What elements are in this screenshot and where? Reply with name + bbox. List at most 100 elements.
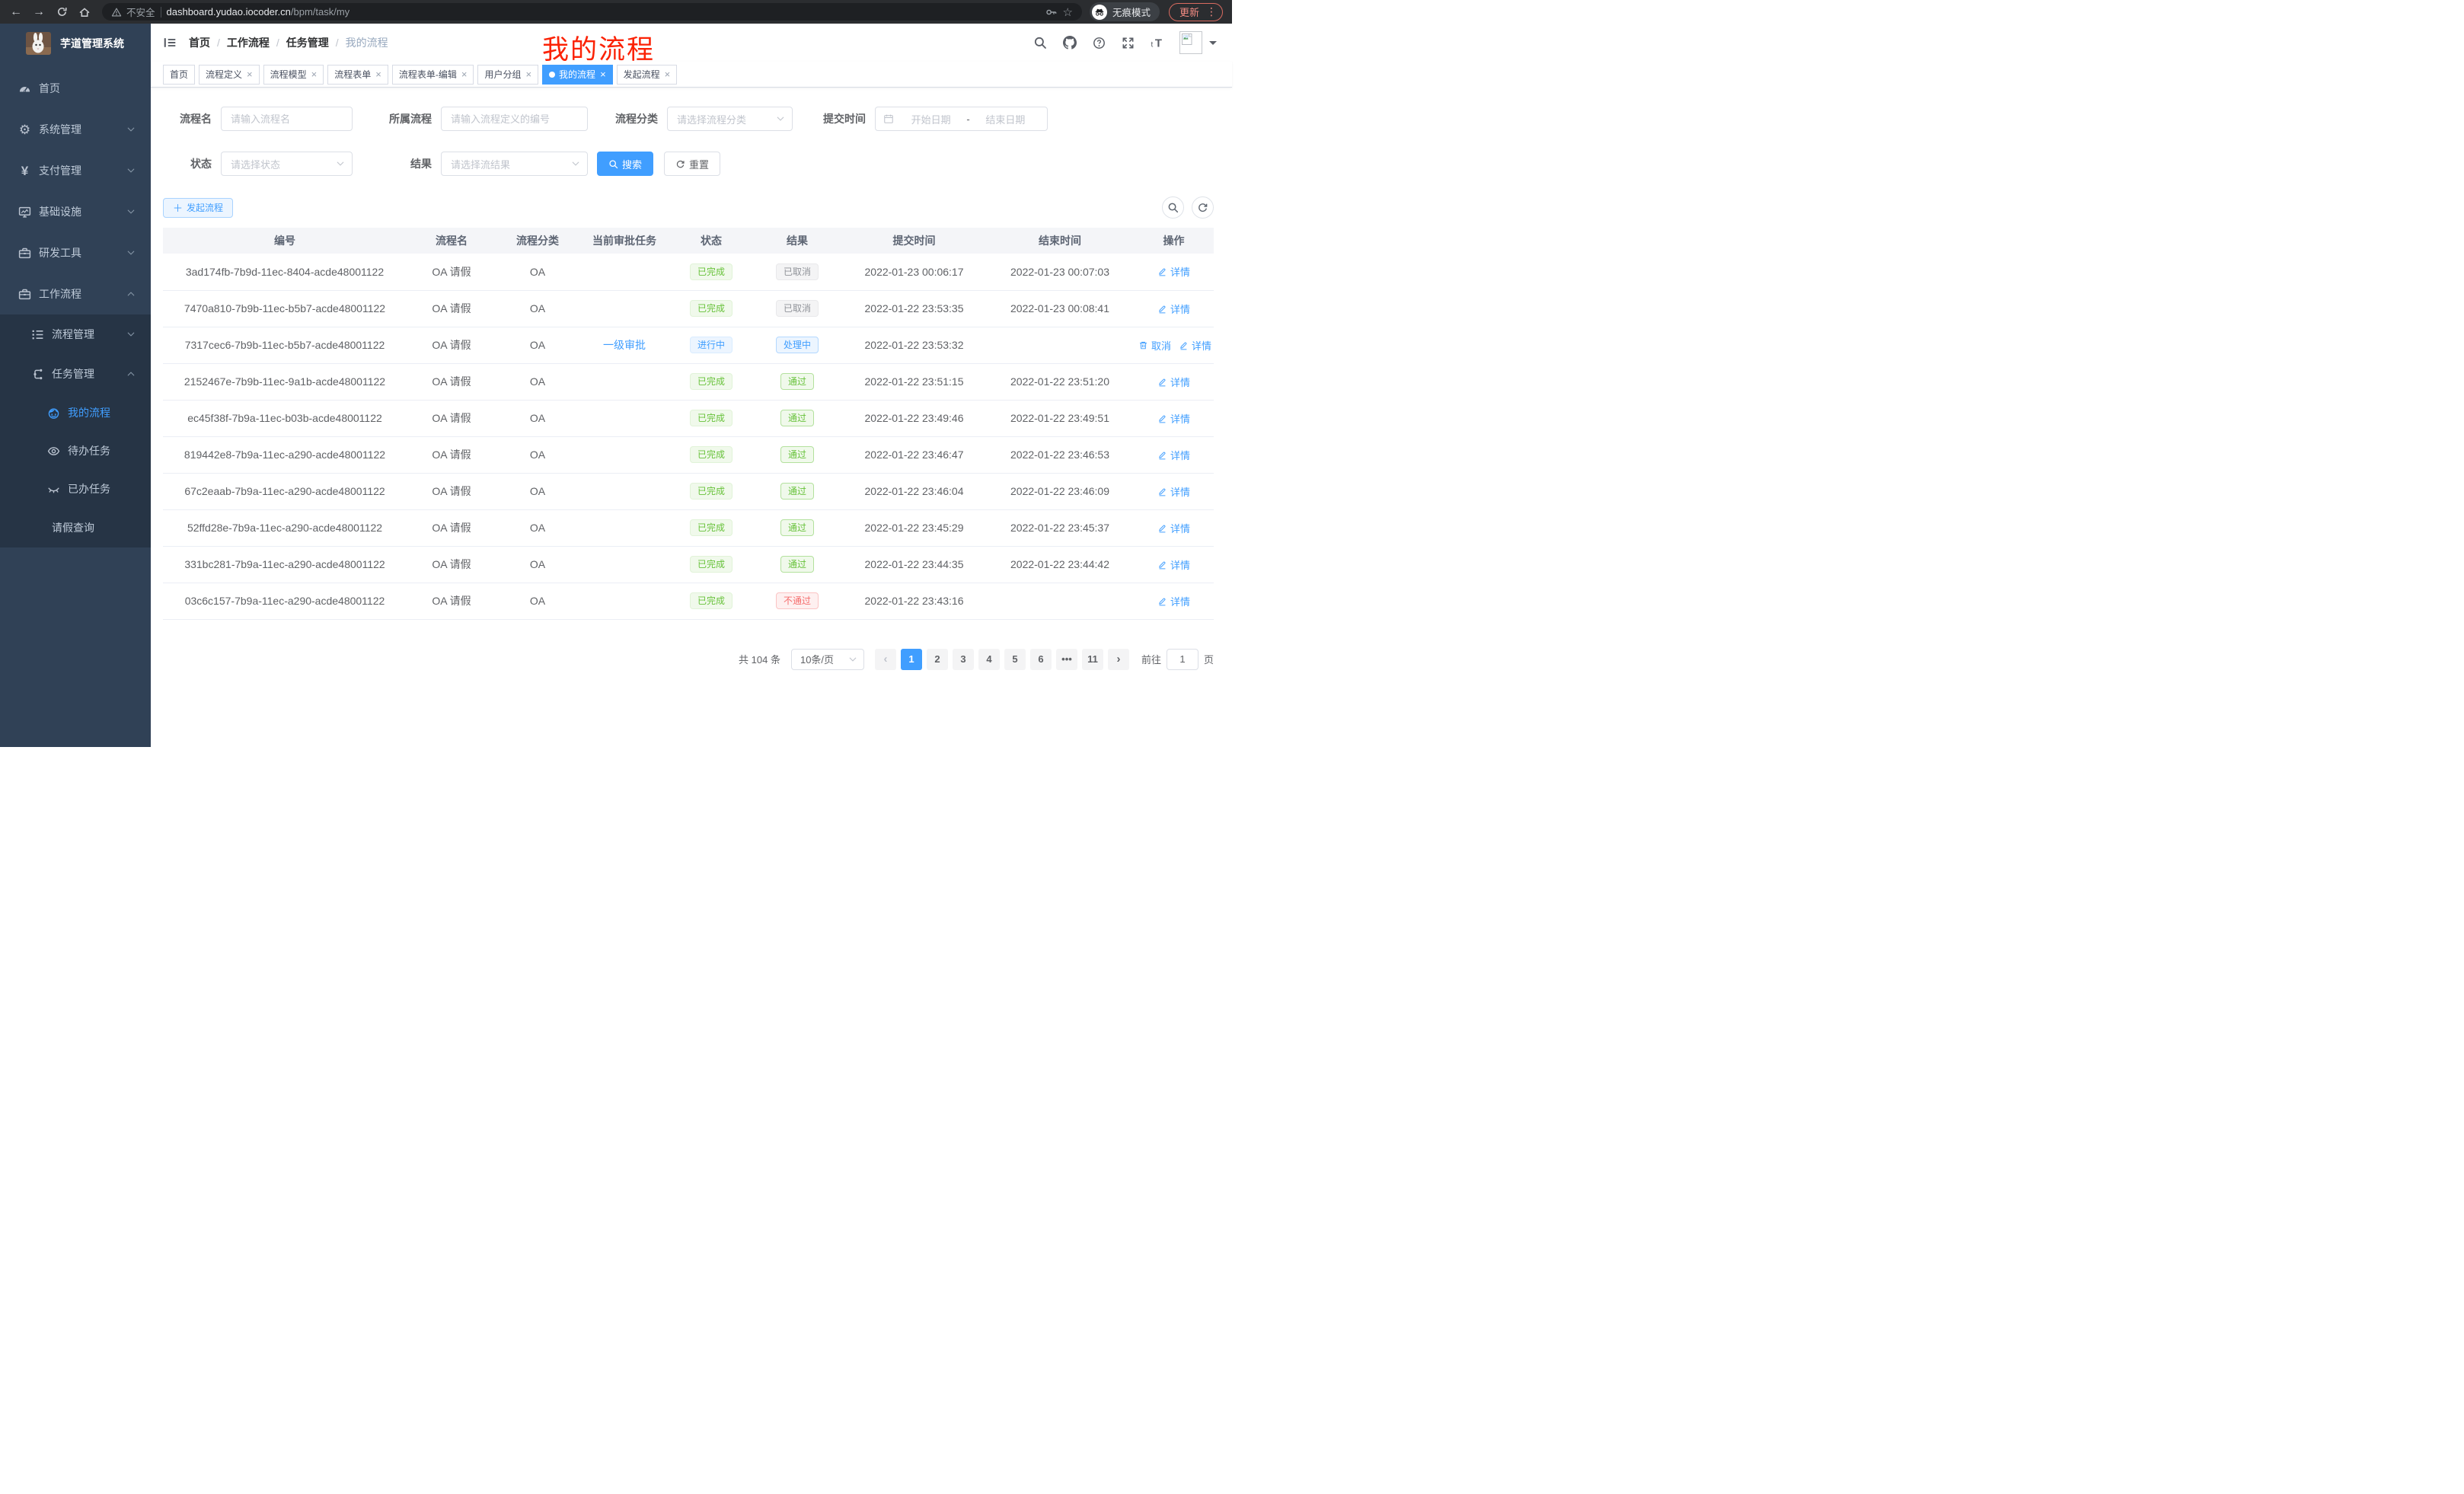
detail-link[interactable]: 详情 — [1157, 448, 1190, 462]
reset-button[interactable]: 重置 — [664, 152, 720, 176]
page-button[interactable]: 11 — [1082, 649, 1103, 670]
sidebar-item-task-mgmt[interactable]: 任务管理 — [0, 354, 151, 394]
browser-home-button[interactable] — [75, 2, 94, 22]
process-definition-input[interactable] — [441, 107, 588, 131]
browser-forward-button[interactable]: → — [29, 2, 49, 22]
detail-link[interactable]: 详情 — [1157, 594, 1190, 608]
sidebar-item-infra[interactable]: 基础设施 — [0, 191, 151, 232]
current-task-link[interactable]: 一级审批 — [603, 339, 646, 351]
cancel-link[interactable]: 取消 — [1138, 338, 1171, 353]
page-button[interactable]: 1 — [901, 649, 922, 670]
sidebar-item-todo-tasks[interactable]: 待办任务 — [0, 432, 151, 470]
close-icon[interactable]: × — [247, 69, 253, 79]
tab-label: 流程表单 — [334, 68, 371, 81]
fullscreen-icon[interactable] — [1122, 37, 1135, 49]
close-icon[interactable]: × — [665, 69, 671, 79]
goto-page-input[interactable] — [1167, 649, 1198, 670]
breadcrumb-item[interactable]: 工作流程 — [227, 35, 270, 50]
gauge-icon — [18, 82, 31, 95]
status-select[interactable]: 请选择状态 — [221, 152, 353, 176]
page-button[interactable]: 5 — [1004, 649, 1026, 670]
detail-link[interactable]: 详情 — [1179, 338, 1211, 353]
cell-name: OA 请假 — [407, 509, 496, 546]
tab-process-form[interactable]: 流程表单 × — [327, 65, 388, 85]
user-avatar[interactable] — [1179, 31, 1217, 54]
page-button[interactable]: 3 — [953, 649, 974, 670]
detail-link[interactable]: 详情 — [1157, 557, 1190, 572]
browser-reload-button[interactable] — [52, 2, 72, 22]
detail-link[interactable]: 详情 — [1157, 411, 1190, 426]
sidebar-item-home[interactable]: 首页 — [0, 68, 151, 109]
browser-chrome: ← → 不安全 dashboard.yudao.iocoder.cn/bpm/t… — [0, 0, 1232, 24]
detail-link[interactable]: 详情 — [1157, 521, 1190, 535]
page-content: 流程名 所属流程 流程分类 请选择流程分类 提交时间 开始日期 - 结束日期 — [163, 88, 1214, 670]
tab-process-definition[interactable]: 流程定义× — [199, 65, 260, 85]
close-icon[interactable]: × — [311, 69, 318, 79]
status-badge: 已完成 — [690, 556, 732, 573]
tab-my-process[interactable]: 我的流程× — [542, 65, 613, 85]
tab-start-process[interactable]: 发起流程× — [617, 65, 678, 85]
browser-menu-icon[interactable]: ⋮ — [1206, 5, 1217, 18]
address-bar[interactable]: 不安全 dashboard.yudao.iocoder.cn/bpm/task/… — [102, 3, 1082, 21]
bookmark-star-icon[interactable]: ☆ — [1063, 5, 1073, 19]
edit-icon — [1157, 377, 1167, 387]
detail-link[interactable]: 详情 — [1157, 302, 1190, 316]
cell-end-time — [986, 583, 1134, 619]
page-size-select[interactable]: 10条/页 — [791, 649, 864, 670]
page-button[interactable]: 6 — [1030, 649, 1052, 670]
show-search-button[interactable] — [1162, 196, 1184, 219]
breadcrumb-item[interactable]: 首页 — [189, 35, 210, 50]
tab-home[interactable]: 首页 — [163, 65, 195, 85]
update-label: 更新 — [1179, 5, 1199, 19]
close-icon[interactable]: × — [600, 69, 606, 79]
create-process-button[interactable]: ＋ 发起流程 — [163, 198, 233, 218]
sidebar-item-label: 我的流程 — [68, 405, 110, 420]
sidebar-item-payment[interactable]: ¥支付管理 — [0, 150, 151, 191]
refresh-table-button[interactable] — [1192, 196, 1214, 219]
password-key-icon[interactable] — [1045, 6, 1058, 18]
detail-link[interactable]: 详情 — [1157, 264, 1190, 279]
sidebar-item-workflow[interactable]: 工作流程 — [0, 273, 151, 314]
detail-link[interactable]: 详情 — [1157, 484, 1190, 499]
question-icon[interactable] — [1093, 37, 1106, 49]
sidebar-item-system[interactable]: ⚙系统管理 — [0, 109, 151, 150]
security-chip[interactable]: 不安全 — [111, 5, 155, 19]
next-page-button[interactable]: › — [1108, 649, 1129, 670]
toolbox-icon — [18, 247, 31, 260]
close-icon[interactable]: × — [525, 69, 531, 79]
tree-icon — [31, 368, 44, 381]
close-icon[interactable]: × — [461, 69, 468, 79]
prev-page-button[interactable]: ‹ — [875, 649, 896, 670]
search-button[interactable]: 搜索 — [597, 152, 653, 176]
result-select[interactable]: 请选择流结果 — [441, 152, 588, 176]
sidebar-item-process-mgmt[interactable]: 流程管理 — [0, 314, 151, 354]
breadcrumb-item[interactable]: 任务管理 — [286, 35, 329, 50]
cell-result: 已取消 — [752, 290, 842, 327]
cell-end-time — [986, 327, 1134, 363]
tab-process-model[interactable]: 流程模型× — [263, 65, 324, 85]
sidebar-toggle-icon[interactable] — [163, 36, 177, 49]
close-icon[interactable]: × — [375, 69, 381, 79]
browser-back-button[interactable]: ← — [6, 2, 26, 22]
tab-user-group[interactable]: 用户分组× — [477, 65, 538, 85]
detail-link[interactable]: 详情 — [1157, 375, 1190, 389]
page-button[interactable]: 2 — [927, 649, 948, 670]
sidebar-item-leave-query[interactable]: 请假查询 — [0, 508, 151, 547]
tab-process-form-edit[interactable]: 流程表单-编辑× — [392, 65, 474, 85]
sidebar-item-done-tasks[interactable]: 已办任务 — [0, 470, 151, 508]
cell-result: 通过 — [752, 509, 842, 546]
incognito-icon — [1092, 5, 1107, 20]
app-logo[interactable]: 芋道管理系统 — [0, 24, 151, 63]
avatar-caret-icon[interactable] — [1209, 41, 1217, 49]
page-button[interactable]: 4 — [978, 649, 1000, 670]
category-select[interactable]: 请选择流程分类 — [667, 107, 793, 131]
sidebar-item-my-process[interactable]: 我的流程 — [0, 394, 151, 432]
submit-time-range-picker[interactable]: 开始日期 - 结束日期 — [875, 107, 1048, 131]
browser-update-button[interactable]: 更新 ⋮ — [1169, 3, 1223, 21]
search-icon[interactable] — [1033, 36, 1047, 49]
github-icon[interactable] — [1063, 36, 1077, 49]
font-size-icon[interactable]: tT — [1151, 37, 1163, 49]
sidebar-item-devtools[interactable]: 研发工具 — [0, 232, 151, 273]
pager-ellipsis[interactable]: ••• — [1056, 649, 1077, 670]
process-name-input[interactable] — [221, 107, 353, 131]
